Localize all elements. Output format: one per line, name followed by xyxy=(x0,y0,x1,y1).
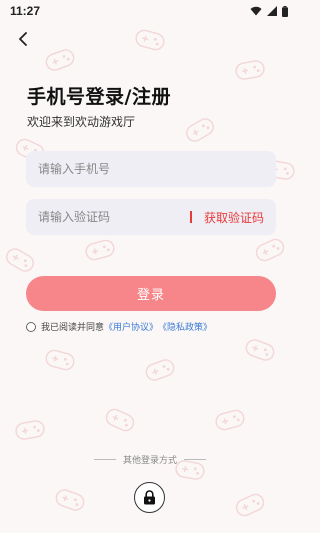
lock-icon xyxy=(144,490,155,505)
agreement-checkbox[interactable] xyxy=(26,321,36,332)
chevron-left-icon xyxy=(19,32,27,46)
back-button[interactable] xyxy=(12,28,34,50)
get-code-button[interactable]: 获取验证码 xyxy=(204,209,264,226)
code-divider xyxy=(190,211,192,223)
status-bar: 11:27 xyxy=(0,0,300,22)
password-login-button[interactable] xyxy=(134,482,165,513)
agreement-row: 我已阅读并同意 《用户协议》 《隐私政策》 xyxy=(26,320,212,333)
privacy-policy-link[interactable]: 《隐私政策》 xyxy=(158,320,212,333)
phone-field xyxy=(26,151,276,187)
page-subtitle: 欢迎来到欢动游戏厅 xyxy=(27,115,136,129)
code-field: 获取验证码 xyxy=(26,199,276,235)
divider-line-right xyxy=(184,459,206,460)
login-button[interactable]: 登录 xyxy=(26,276,276,311)
wifi-icon xyxy=(250,6,262,16)
page-title: 手机号登录/注册 xyxy=(27,86,171,108)
battery-icon xyxy=(282,5,288,17)
agreement-prefix: 我已阅读并同意 xyxy=(41,323,105,333)
divider-line-left xyxy=(93,459,116,460)
status-icons xyxy=(250,5,288,17)
signal-icon xyxy=(267,6,277,16)
other-login-divider: 其他登录方式 xyxy=(0,453,300,466)
status-time: 11:27 xyxy=(10,4,41,18)
user-agreement-link[interactable]: 《用户协议》 xyxy=(104,320,158,333)
other-login-label: 其他登录方式 xyxy=(122,456,177,466)
code-input[interactable] xyxy=(38,210,188,224)
phone-input[interactable] xyxy=(38,162,264,176)
